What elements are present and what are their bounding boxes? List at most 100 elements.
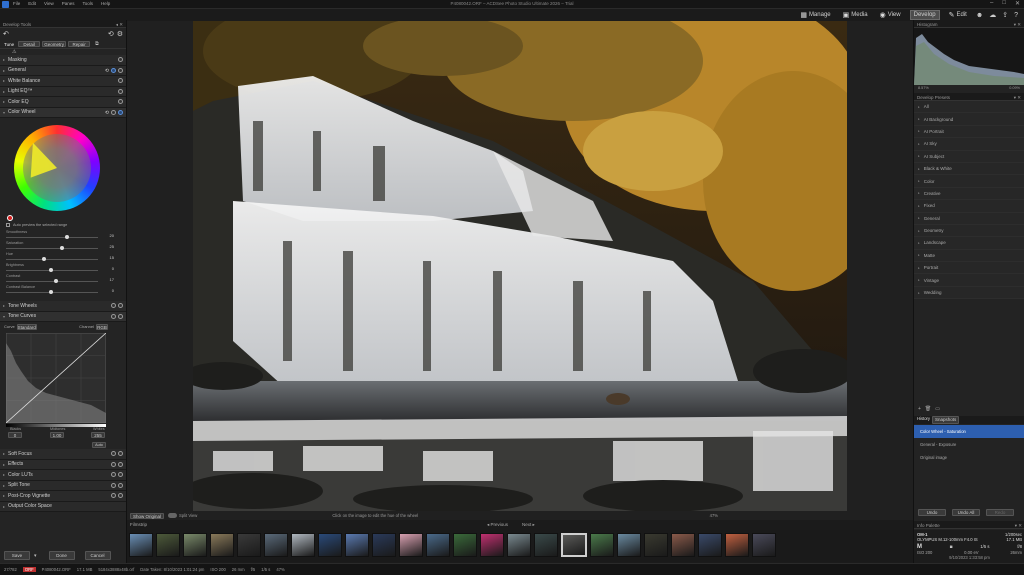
filmstrip-thumbnail[interactable] bbox=[590, 533, 614, 557]
preset-folder[interactable]: ▸ Fixed bbox=[914, 200, 1024, 213]
visibility-toggle-icon[interactable] bbox=[118, 57, 123, 62]
auto-button[interactable]: Auto bbox=[92, 442, 106, 448]
mode-media[interactable]: ▣ Media bbox=[840, 10, 871, 20]
undo-all-button[interactable]: Undo All bbox=[952, 509, 980, 516]
filmstrip-thumbnail[interactable] bbox=[534, 533, 558, 557]
tab-snapshots[interactable]: Snapshots bbox=[932, 416, 960, 424]
preset-folder[interactable]: ▸ Matte bbox=[914, 249, 1024, 263]
undo-arrow-icon[interactable]: ↶ bbox=[3, 30, 9, 38]
filmstrip-thumbnail[interactable] bbox=[291, 533, 315, 557]
preset-folder[interactable]: ▸ Wedding bbox=[914, 286, 1024, 300]
slider-knob[interactable] bbox=[49, 290, 53, 294]
section-soft-focus[interactable]: ▸ Soft Focus bbox=[0, 449, 126, 460]
mode-manage[interactable]: ▦ Manage bbox=[797, 10, 833, 20]
filmstrip-thumbnail[interactable] bbox=[183, 533, 207, 557]
history-item[interactable]: Color Wheel - Saturation bbox=[914, 425, 1024, 438]
midtones-input[interactable]: 1.00 bbox=[50, 432, 64, 438]
filmstrip-thumbnail[interactable] bbox=[372, 533, 396, 557]
redo-button[interactable]: Redo bbox=[986, 509, 1014, 516]
section-color-luts[interactable]: ▸ Color LUTs bbox=[0, 470, 126, 481]
visibility-toggle-icon[interactable] bbox=[118, 67, 123, 73]
preset-folder[interactable]: ▸ Creative bbox=[914, 187, 1024, 201]
slider-row[interactable]: Hue 15 bbox=[0, 251, 126, 262]
section-split-tone[interactable]: ▸ Split Tone bbox=[0, 480, 126, 491]
preset-icon[interactable] bbox=[111, 451, 116, 456]
section-post-crop-vignette[interactable]: ▸ Post-Crop Vignette bbox=[0, 491, 126, 502]
folder-icon[interactable]: ▭ bbox=[935, 406, 940, 414]
preset-folder[interactable]: ▸ AI Background bbox=[914, 113, 1024, 126]
filmstrip-thumbnail-selected[interactable] bbox=[561, 533, 587, 557]
slider-value[interactable]: 0 bbox=[112, 266, 114, 271]
add-icon[interactable]: + bbox=[918, 406, 921, 414]
preset-folder[interactable]: ▸ Geometry bbox=[914, 224, 1024, 238]
slider-value[interactable]: 25 bbox=[110, 244, 114, 249]
reset-icon[interactable]: ⟲ bbox=[108, 30, 114, 38]
filmstrip-thumbnail[interactable] bbox=[453, 533, 477, 557]
mode-edit[interactable]: ✎ Edit bbox=[946, 10, 970, 20]
visibility-toggle-icon[interactable] bbox=[118, 88, 123, 94]
filmstrip-thumbnail[interactable] bbox=[752, 533, 776, 557]
eyedropper-icon[interactable] bbox=[7, 215, 13, 221]
preset-icon[interactable] bbox=[111, 482, 116, 488]
pin-icon[interactable]: ▾ ✕ bbox=[1015, 523, 1022, 528]
copy-icon[interactable]: ⧉ bbox=[95, 41, 99, 47]
visibility-toggle-icon[interactable] bbox=[118, 303, 123, 308]
tab-history[interactable]: History bbox=[917, 416, 930, 424]
section-white-balance[interactable]: ▸ White Balance bbox=[0, 76, 126, 87]
preset-icon[interactable] bbox=[111, 493, 116, 498]
settings-icon[interactable]: ⚙ bbox=[117, 30, 123, 38]
main-image[interactable] bbox=[193, 21, 847, 511]
slider-row[interactable]: Contrast 17 bbox=[0, 273, 126, 284]
filmstrip-thumbnail[interactable] bbox=[426, 533, 450, 557]
tab-repair[interactable]: Repair bbox=[68, 41, 91, 47]
previous-button[interactable]: ◂ Previous bbox=[487, 522, 508, 528]
done-button[interactable]: Done bbox=[48, 551, 75, 560]
filmstrip-thumbnail[interactable] bbox=[698, 533, 722, 557]
zoom-level[interactable]: 47% bbox=[710, 513, 718, 518]
reset-icon[interactable]: ⟲ bbox=[105, 110, 109, 116]
filmstrip-thumbnail[interactable] bbox=[399, 533, 423, 557]
tab-detail[interactable]: Detail bbox=[18, 41, 41, 47]
filmstrip-thumbnail[interactable] bbox=[644, 533, 668, 557]
undo-button[interactable]: Undo bbox=[918, 509, 946, 516]
preset-icon[interactable] bbox=[111, 461, 116, 467]
preset-folder[interactable]: ▸ Color bbox=[914, 175, 1024, 188]
visibility-toggle-icon[interactable] bbox=[111, 109, 116, 115]
filmstrip-thumbnail[interactable] bbox=[237, 533, 261, 557]
section-tone-wheels[interactable]: ▸ Tone Wheels bbox=[0, 301, 126, 312]
slider-row[interactable]: Brightness 0 bbox=[0, 262, 126, 273]
visibility-toggle-icon[interactable] bbox=[118, 451, 123, 456]
preset-icon[interactable] bbox=[111, 472, 116, 477]
slider-knob[interactable] bbox=[65, 235, 70, 239]
section-light-eq[interactable]: ▸ Light EQ™ bbox=[0, 86, 126, 97]
preset-folder[interactable]: ▸ Portrait bbox=[914, 262, 1024, 275]
visibility-toggle-icon[interactable] bbox=[118, 493, 123, 498]
share-icon[interactable]: ⇪ bbox=[1002, 11, 1008, 19]
preset-folder[interactable]: ▸ All bbox=[914, 101, 1024, 114]
preset-icon[interactable] bbox=[111, 67, 116, 73]
slider-value[interactable]: 0 bbox=[112, 288, 114, 293]
next-button[interactable]: Next ▸ bbox=[522, 522, 535, 528]
visibility-toggle-icon[interactable] bbox=[118, 99, 123, 104]
slider-row[interactable]: Smoothness 20 bbox=[0, 229, 126, 240]
tone-curve-graph[interactable] bbox=[6, 333, 106, 423]
slider-row[interactable]: Contrast Balance 0 bbox=[0, 284, 126, 295]
pin-icon[interactable]: ▾ ✕ bbox=[1014, 22, 1021, 27]
section-masking[interactable]: ▸ Masking bbox=[0, 55, 126, 66]
preset-folder[interactable]: ▸ Landscape bbox=[914, 237, 1024, 250]
visibility-toggle-icon[interactable] bbox=[118, 472, 123, 477]
slider-track[interactable] bbox=[6, 237, 98, 238]
preset-folder[interactable]: ▸ AI Sky bbox=[914, 138, 1024, 151]
preset-folder[interactable]: ▸ AI Subject bbox=[914, 150, 1024, 163]
chevron-down-icon[interactable]: ▾ bbox=[34, 553, 37, 559]
preset-icon[interactable] bbox=[111, 313, 116, 319]
save-button[interactable]: Save bbox=[4, 551, 30, 560]
channel-select[interactable]: RGB bbox=[96, 323, 108, 330]
section-color-wheel[interactable]: ▾ Color Wheel ⟲ bbox=[0, 107, 126, 118]
close-button[interactable]: ✕ bbox=[1015, 0, 1020, 7]
filmstrip-thumbnail[interactable] bbox=[725, 533, 749, 557]
section-output-color-space[interactable]: ▸ Output Color Space bbox=[0, 501, 126, 512]
preset-icon[interactable] bbox=[118, 109, 123, 115]
auto-preview-checkbox[interactable] bbox=[6, 222, 10, 227]
section-tone-curves[interactable]: ▾ Tone Curves bbox=[0, 311, 126, 322]
